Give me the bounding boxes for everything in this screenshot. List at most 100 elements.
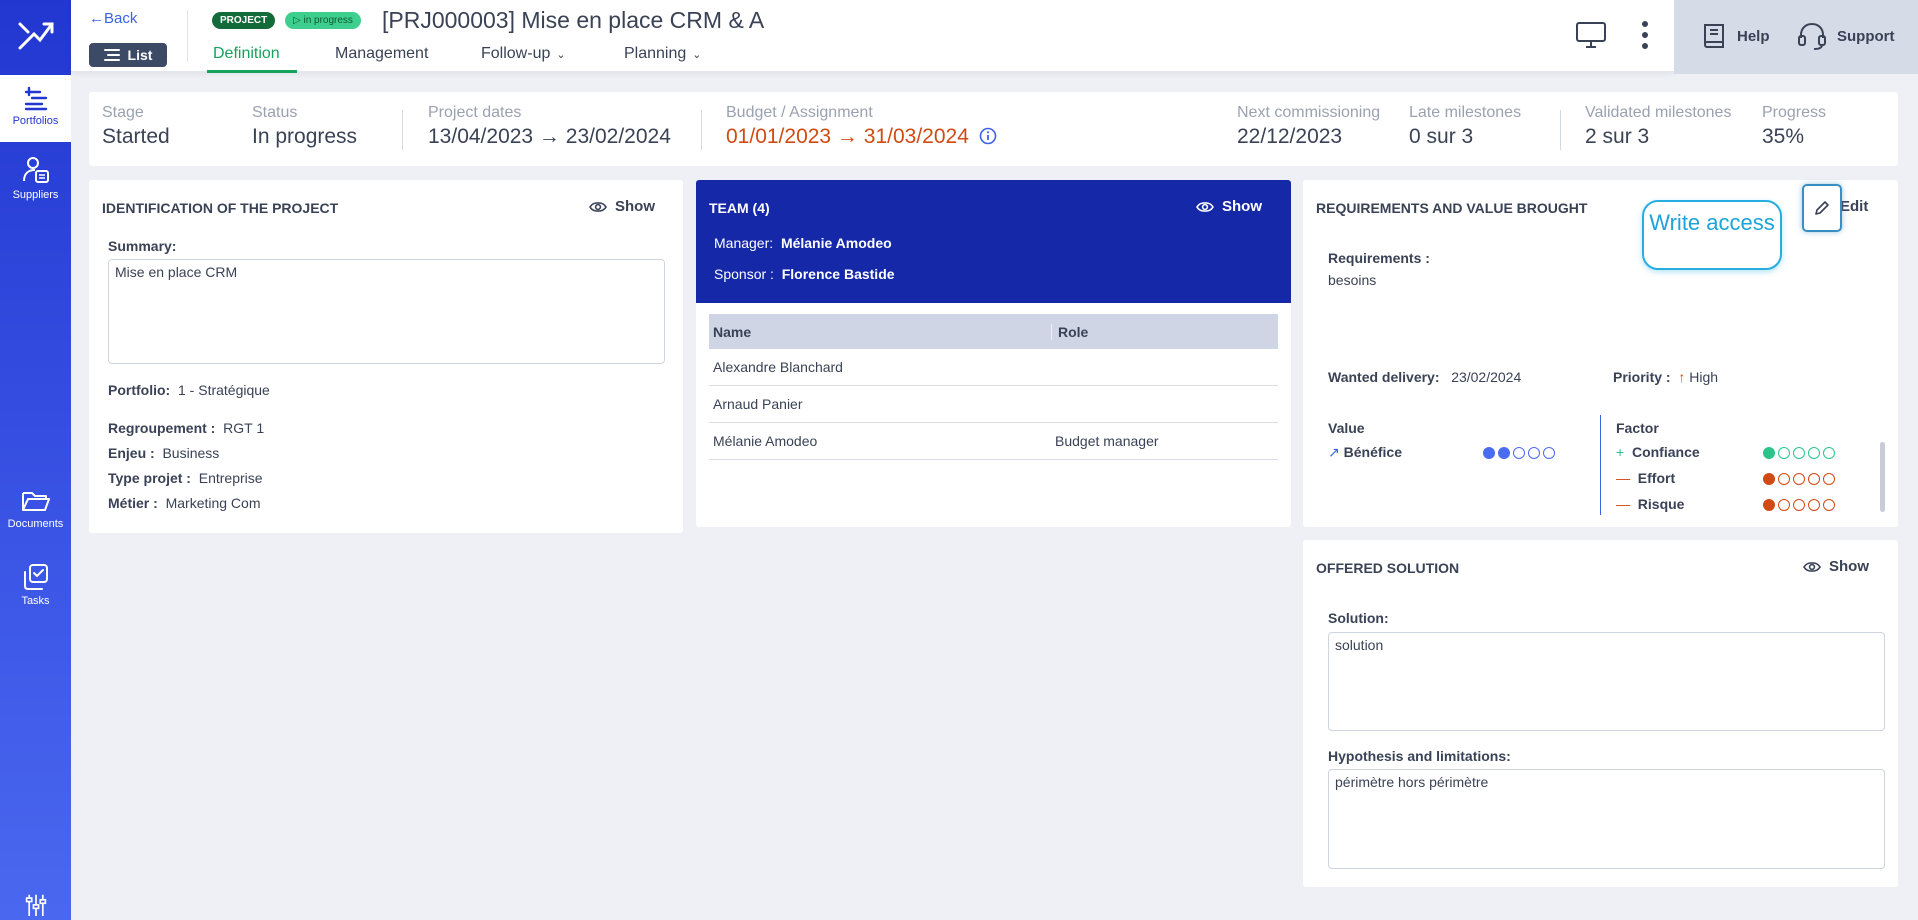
table-row[interactable]: Mélanie Amodeo Budget manager: [709, 423, 1278, 460]
info-icon[interactable]: [979, 127, 997, 145]
summary-field[interactable]: Mise en place CRM: [108, 259, 665, 364]
tab-label: Follow-up: [481, 45, 551, 62]
wanted-delivery-row: Wanted delivery: 23/02/2024: [1328, 369, 1521, 385]
show-button[interactable]: Show: [589, 198, 655, 215]
offered-solution-card: OFFERED SOLUTION Show Solution: solution…: [1303, 540, 1898, 887]
rating-dot-filled[interactable]: [1763, 447, 1775, 459]
field-label: Métier :: [108, 495, 158, 511]
app-logo[interactable]: [0, 0, 71, 72]
rating-dot-filled[interactable]: [1763, 499, 1775, 511]
rating-dot-empty[interactable]: [1528, 447, 1540, 459]
rating-dot-empty[interactable]: [1808, 447, 1820, 459]
status-badge-label: in progress: [303, 15, 353, 26]
field-label: Enjeu :: [108, 445, 155, 461]
back-link[interactable]: ←Back: [89, 10, 137, 27]
write-access-callout: Write access: [1642, 200, 1782, 270]
tab-follow-up[interactable]: Follow-up ⌄: [481, 45, 566, 63]
rating-dots[interactable]: [1763, 473, 1835, 485]
support-label: Support: [1837, 27, 1895, 45]
rating-dot-empty[interactable]: [1823, 447, 1835, 459]
sidebar-item-tasks[interactable]: Tasks: [0, 563, 71, 619]
table-row[interactable]: Arnaud Panier: [709, 386, 1278, 423]
field-label: Wanted delivery:: [1328, 369, 1440, 385]
hypothesis-field[interactable]: périmètre hors périmètre: [1328, 769, 1885, 869]
settings-sliders[interactable]: [0, 893, 71, 920]
member-name: Mélanie Amodeo: [713, 433, 818, 449]
metric-divider: [701, 110, 702, 150]
eye-icon: [1803, 561, 1821, 572]
show-label: Show: [615, 198, 655, 215]
show-button[interactable]: Show: [1196, 198, 1262, 215]
team-card: TEAM (4) Show Manager: Mélanie Amodeo Sp…: [696, 180, 1291, 527]
rating-dot-empty[interactable]: [1793, 447, 1805, 459]
tab-definition[interactable]: Definition: [213, 45, 280, 63]
folder-icon: [21, 492, 50, 511]
rating-dots[interactable]: [1763, 447, 1835, 459]
solution-field[interactable]: solution: [1328, 632, 1885, 731]
support-button[interactable]: Support: [1797, 22, 1895, 50]
tab-label: Planning: [624, 45, 687, 62]
rating-dot-empty[interactable]: [1793, 473, 1805, 485]
rating-dot-empty[interactable]: [1543, 447, 1555, 459]
metier-row: Métier : Marketing Com: [108, 495, 261, 511]
list-button[interactable]: List: [89, 43, 167, 67]
field-value: RGT 1: [223, 420, 265, 436]
summary-label: Summary:: [108, 238, 177, 254]
field-value: Entreprise: [198, 470, 263, 486]
card-title: TEAM (4): [709, 200, 770, 216]
minus-icon: —: [1616, 470, 1630, 486]
rating-dot-empty[interactable]: [1823, 473, 1835, 485]
field-value: Business: [162, 445, 220, 461]
rating-dot-empty[interactable]: [1513, 447, 1525, 459]
scrollbar[interactable]: [1880, 442, 1885, 512]
rating-dot-empty[interactable]: [1808, 499, 1820, 511]
rating-dot-filled[interactable]: [1483, 447, 1495, 459]
rating-dot-empty[interactable]: [1793, 499, 1805, 511]
tab-planning[interactable]: Planning ⌄: [624, 45, 702, 63]
factor-effort: — Effort: [1616, 470, 1846, 486]
requirements-label: Requirements :: [1328, 250, 1430, 266]
type-row: Type projet : Entreprise: [108, 470, 263, 486]
edit-button[interactable]: Edit: [1840, 198, 1868, 215]
rating-dot-empty[interactable]: [1823, 499, 1835, 511]
tab-label: Definition: [213, 45, 280, 62]
help-support-area: Help Support: [1674, 0, 1918, 74]
metric-value: Started: [102, 125, 170, 148]
value-item-benefice: ↗ Bénéfice: [1328, 444, 1558, 461]
header-divider: [187, 10, 188, 62]
metric-value: 13/04/2023 → 23/02/2024: [428, 125, 671, 148]
suppliers-icon: [22, 157, 49, 183]
rating-dot-empty[interactable]: [1808, 473, 1820, 485]
edit-pencil-button[interactable]: [1802, 184, 1842, 232]
factor-heading: Factor: [1616, 420, 1659, 436]
rating-dot-filled[interactable]: [1763, 473, 1775, 485]
active-tab-indicator: [207, 70, 297, 73]
rating-dot-empty[interactable]: [1778, 473, 1790, 485]
tab-management[interactable]: Management: [335, 45, 428, 63]
rating-dot-empty[interactable]: [1778, 499, 1790, 511]
help-button[interactable]: Help: [1701, 22, 1770, 50]
value-heading: Value: [1328, 420, 1365, 436]
team-header: TEAM (4) Show Manager: Mélanie Amodeo Sp…: [696, 180, 1291, 303]
display-toggle[interactable]: [1576, 22, 1606, 53]
metric-label: Progress: [1762, 104, 1827, 121]
table-row[interactable]: Alexandre Blanchard: [709, 349, 1278, 386]
column-header-name[interactable]: Name: [709, 324, 1051, 340]
regroupement-row: Regroupement : RGT 1: [108, 420, 264, 436]
sidebar-item-portfolios[interactable]: Portfolios: [0, 75, 71, 142]
rating-dots[interactable]: [1483, 447, 1555, 459]
sidebar-item-suppliers[interactable]: Suppliers: [0, 155, 71, 215]
metric-late-milestones: Late milestones 0 sur 3: [1409, 104, 1521, 149]
rating-dot-empty[interactable]: [1778, 447, 1790, 459]
column-header-role[interactable]: Role: [1051, 323, 1278, 340]
sidebar-item-documents[interactable]: Documents: [0, 488, 71, 544]
field-label: Priority :: [1613, 369, 1671, 385]
value-label: Bénéfice: [1343, 444, 1402, 460]
more-menu[interactable]: [1641, 20, 1649, 55]
sidebar-item-label: Portfolios: [12, 115, 59, 127]
show-button[interactable]: Show: [1803, 558, 1869, 575]
rating-dot-filled[interactable]: [1498, 447, 1510, 459]
factor-risque: — Risque: [1616, 496, 1846, 512]
rating-dots[interactable]: [1763, 499, 1835, 511]
tab-label: Management: [335, 45, 429, 62]
